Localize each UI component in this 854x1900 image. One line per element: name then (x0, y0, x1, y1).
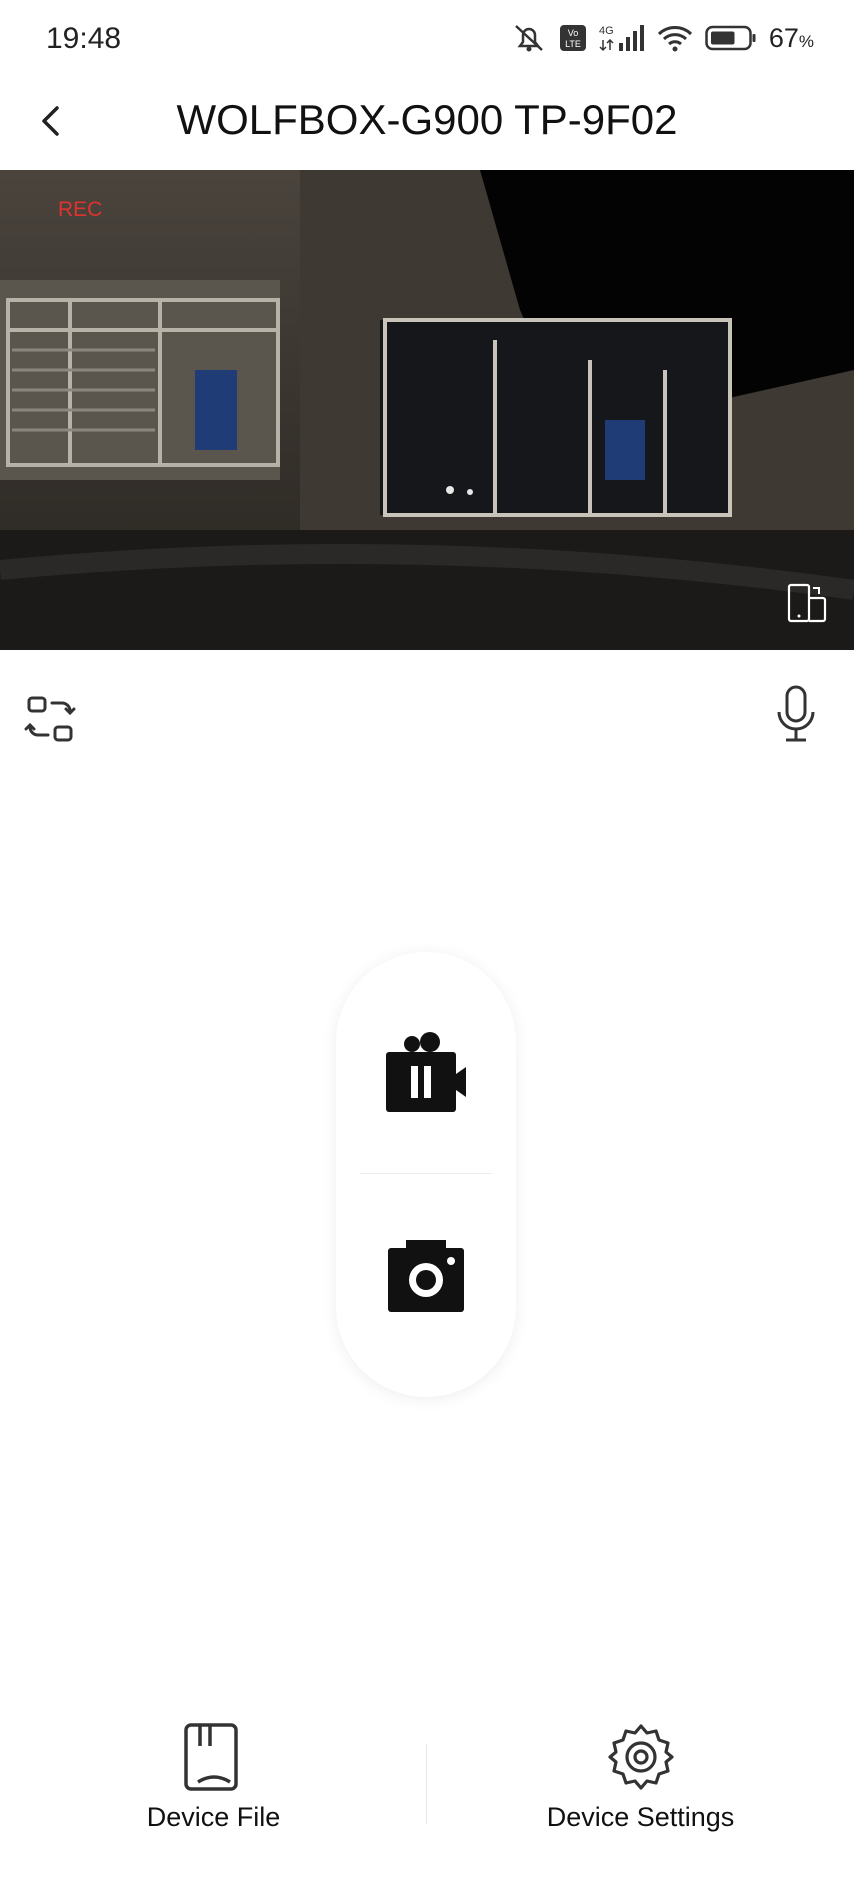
sd-card-icon (0, 1722, 427, 1792)
volte-text-bottom: LTE (565, 39, 581, 49)
volte-icon: Vo LTE (559, 24, 587, 52)
snapshot-button[interactable] (382, 1234, 470, 1322)
battery-value: 67 (768, 22, 799, 53)
status-icons: Vo LTE 4G 67% (511, 22, 814, 54)
header: WOLFBOX-G900 TP-9F02 (0, 80, 854, 170)
landscape-toggle-icon (786, 583, 828, 628)
bottom-nav: Device File Device Settings (0, 1700, 854, 1900)
live-video-view[interactable]: REC (0, 170, 854, 650)
microphone-button[interactable] (774, 684, 818, 744)
device-file-label: Device File (146, 1802, 281, 1832)
landscape-button[interactable] (786, 582, 828, 624)
device-settings-label: Device Settings (546, 1802, 735, 1832)
page-title: WOLFBOX-G900 TP-9F02 (176, 96, 678, 143)
wifi-icon (657, 24, 693, 52)
camera-icon (382, 1240, 470, 1326)
switch-camera-icon (24, 696, 76, 749)
video-frame (0, 170, 854, 650)
status-time: 19:48 (46, 22, 122, 55)
battery-icon (705, 25, 757, 51)
pill-divider (360, 1173, 492, 1174)
status-bar: 19:48 Vo LTE 4G 67% (0, 0, 854, 80)
mute-icon (511, 22, 547, 54)
volte-text-top: Vo (568, 28, 579, 38)
battery-percent: 67% (769, 23, 814, 54)
rec-indicator: REC (58, 198, 103, 221)
device-settings-button[interactable]: Device Settings (427, 1722, 854, 1872)
capture-controls (336, 952, 516, 1397)
battery-unit: % (798, 31, 814, 51)
switch-camera-button[interactable] (24, 693, 76, 745)
device-file-button[interactable]: Device File (0, 1722, 427, 1872)
video-pause-icon (378, 1032, 474, 1128)
signal-icon: 4G (599, 23, 645, 53)
network-type: 4G (599, 25, 614, 37)
record-pause-button[interactable] (378, 1028, 474, 1124)
microphone-icon (774, 685, 818, 748)
gear-icon (427, 1722, 854, 1792)
